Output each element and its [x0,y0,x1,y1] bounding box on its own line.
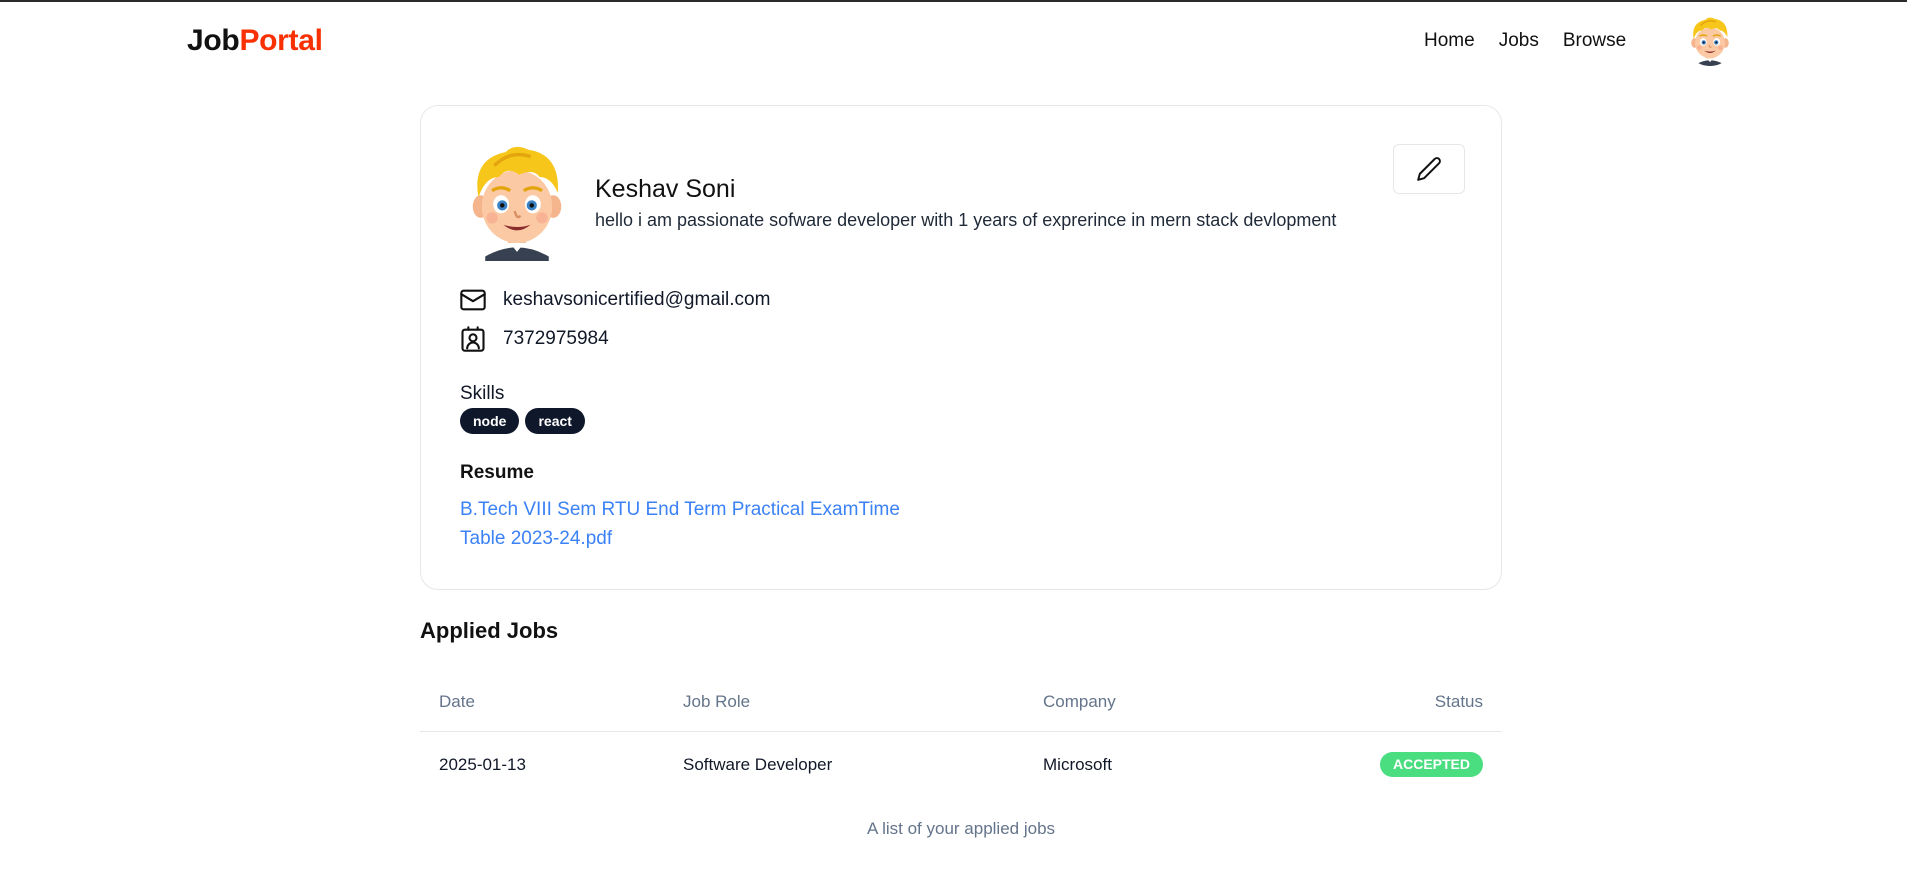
column-status: Status [1434,692,1483,711]
avatar-image [1685,16,1735,66]
profile-card: Keshav Soni hello i am passionate sofwar… [420,105,1502,590]
skills-label: Skills [460,383,505,404]
resume-label: Resume [460,462,534,483]
resume-link[interactable]: B.Tech VIII Sem RTU End Term Practical E… [460,495,900,553]
edit-profile-button[interactable] [1393,144,1465,194]
user-bio: hello i am passionate sofware developer … [595,210,1337,230]
skill-badge: react [525,408,585,434]
nav-home[interactable]: Home [1424,30,1475,52]
logo-portal: Portal [239,24,323,57]
user-avatar-menu[interactable] [1685,16,1735,66]
row-date: 2025-01-13 [439,755,526,774]
logo[interactable]: JobPortal [187,24,323,58]
profile-avatar [460,143,574,261]
table-caption: A list of your applied jobs [866,819,1056,838]
column-date: Date [439,692,475,711]
logo-job: Job [187,24,240,57]
navbar: JobPortal Home Jobs Browse [0,2,1907,84]
column-company: Company [1043,692,1116,711]
email-row: keshavsonicertified@gmail.com [459,286,770,314]
applied-jobs-title: Applied Jobs [420,618,559,643]
status-badge: ACCEPTED [1379,752,1483,777]
phone-row: 7372975984 [459,325,609,353]
skills-list: node react [460,408,585,434]
column-job-role: Job Role [683,692,751,711]
table-row[interactable]: 2025-01-13 Software Developer Microsoft … [420,732,1502,796]
pen-icon [1417,157,1441,181]
nav-browse[interactable]: Browse [1563,30,1626,52]
row-job-role: Software Developer [683,755,833,774]
nav-jobs[interactable]: Jobs [1499,30,1539,52]
user-email: keshavsonicertified@gmail.com [503,289,771,310]
skill-badge: node [460,408,520,434]
applied-jobs-table: Date Job Role Company Status 2025-01-13 … [420,680,1502,796]
user-name: Keshav Soni [595,175,736,203]
profile-avatar-image [460,143,574,261]
row-company: Microsoft [1043,755,1112,774]
user-phone: 7372975984 [503,328,609,349]
mail-icon [460,289,486,311]
nav-links: Home Jobs Browse [1424,30,1626,52]
contact-icon [461,326,485,352]
table-header: Date Job Role Company Status [420,680,1502,732]
